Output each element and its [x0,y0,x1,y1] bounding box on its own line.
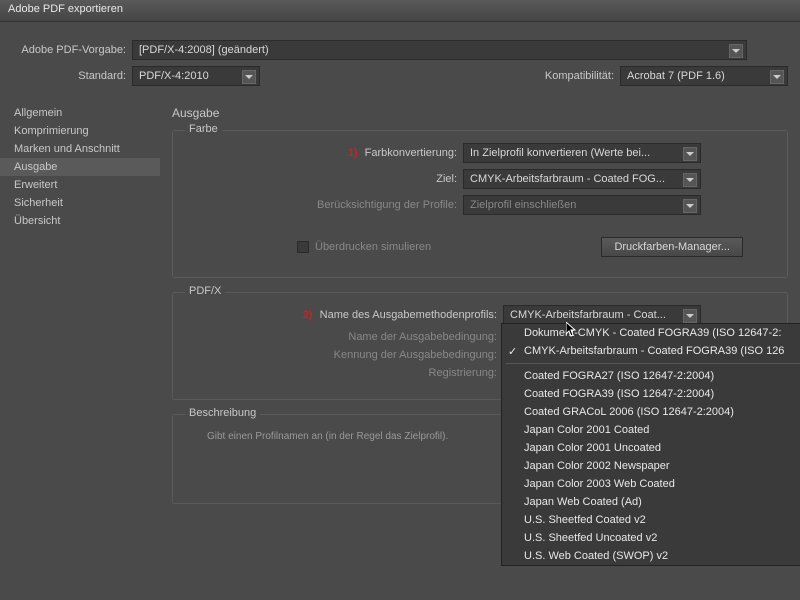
reg-label: Registrierung: [183,367,503,379]
annotation-2: 2) [303,309,313,321]
menu-item[interactable]: U.S. Web Coated (SWOP) v2 [502,547,800,565]
section-header: Ausgabe [172,100,788,130]
chevron-down-icon [683,173,697,187]
konvert-label: Farbkonvertierung: [365,147,457,159]
sidebar-item[interactable]: Komprimierung [0,122,160,140]
konvert-dropdown[interactable]: In Zielprofil konvertieren (Werte bei... [463,143,701,163]
profile-name-dropdown[interactable]: CMYK-Arbeitsfarbraum - Coat... [503,305,701,325]
menu-item[interactable]: Japan Color 2003 Web Coated [502,475,800,493]
profile-name-label: Name des Ausgabemethodenprofils: [320,309,497,321]
pdfx-fieldset: PDF/X 2) Name des Ausgabemethodenprofils… [172,292,788,400]
chevron-down-icon [770,70,784,84]
overprint-checkbox [297,241,309,253]
check-icon: ✓ [508,345,517,358]
top-form: Adobe PDF-Vorgabe: [PDF/X-4:2008] (geänd… [0,22,800,100]
menu-item[interactable]: U.S. Sheetfed Uncoated v2 [502,529,800,547]
cond-name-label: Name der Ausgabebedingung: [183,331,503,343]
beschreibung-legend: Beschreibung [185,407,260,419]
kompat-dropdown[interactable]: Acrobat 7 (PDF 1.6) [620,66,788,86]
cond-id-label: Kennung der Ausgabebedingung: [183,349,503,361]
farbe-legend: Farbe [185,123,222,135]
profile-dropdown-menu[interactable]: Dokument-CMYK - Coated FOGRA39 (ISO 1264… [501,323,800,566]
menu-item[interactable]: CMYK-Arbeitsfarbraum - Coated FOGRA39 (I… [502,342,800,360]
profile-dropdown: Zielprofil einschließen [463,195,701,215]
sidebar-item[interactable]: Marken und Anschnitt [0,140,160,158]
vorgabe-dropdown[interactable]: [PDF/X-4:2008] (geändert) [132,40,747,60]
menu-item[interactable]: Coated FOGRA39 (ISO 12647-2:2004) [502,385,800,403]
standard-dropdown[interactable]: PDF/X-4:2010 [132,66,260,86]
window-titlebar: Adobe PDF exportieren [0,0,800,22]
ink-manager-button[interactable]: Druckfarben-Manager... [601,237,743,257]
menu-item[interactable]: Coated FOGRA27 (ISO 12647-2:2004) [502,367,800,385]
menu-item[interactable]: Japan Web Coated (Ad) [502,493,800,511]
vorgabe-label: Adobe PDF-Vorgabe: [12,44,132,56]
chevron-down-icon [683,309,697,323]
content-panel: Ausgabe Farbe 1) Farbkonvertierung: In Z… [160,100,800,518]
window-title: Adobe PDF exportieren [8,3,123,15]
profile-label: Berücksichtigung der Profile: [183,199,463,211]
chevron-down-icon [729,44,743,58]
farbe-fieldset: Farbe 1) Farbkonvertierung: In Zielprofi… [172,130,788,278]
menu-item[interactable]: Japan Color 2002 Newspaper [502,457,800,475]
ziel-dropdown[interactable]: CMYK-Arbeitsfarbraum - Coated FOG... [463,169,701,189]
ziel-label: Ziel: [183,173,463,185]
menu-item[interactable]: U.S. Sheetfed Coated v2 [502,511,800,529]
cursor-icon [566,322,578,338]
annotation-1: 1) [348,147,358,159]
kompat-label: Kompatibilität: [545,70,620,82]
menu-item[interactable]: Japan Color 2001 Uncoated [502,439,800,457]
sidebar-item[interactable]: Übersicht [0,212,160,230]
sidebar-item[interactable]: Allgemein [0,104,160,122]
standard-label: Standard: [12,70,132,82]
menu-item[interactable]: Dokument-CMYK - Coated FOGRA39 (ISO 1264… [502,324,800,342]
pdfx-legend: PDF/X [185,285,225,297]
chevron-down-icon [683,199,697,213]
menu-item[interactable]: Coated GRACoL 2006 (ISO 12647-2:2004) [502,403,800,421]
sidebar-item[interactable]: Erweitert [0,176,160,194]
overprint-label: Überdrucken simulieren [315,241,431,253]
menu-separator [506,363,800,364]
sidebar-item[interactable]: Ausgabe [0,158,160,176]
chevron-down-icon [683,147,697,161]
sidebar-item[interactable]: Sicherheit [0,194,160,212]
sidebar: AllgemeinKomprimierungMarken und Anschni… [0,100,160,518]
menu-item[interactable]: Japan Color 2001 Coated [502,421,800,439]
chevron-down-icon [242,70,256,84]
